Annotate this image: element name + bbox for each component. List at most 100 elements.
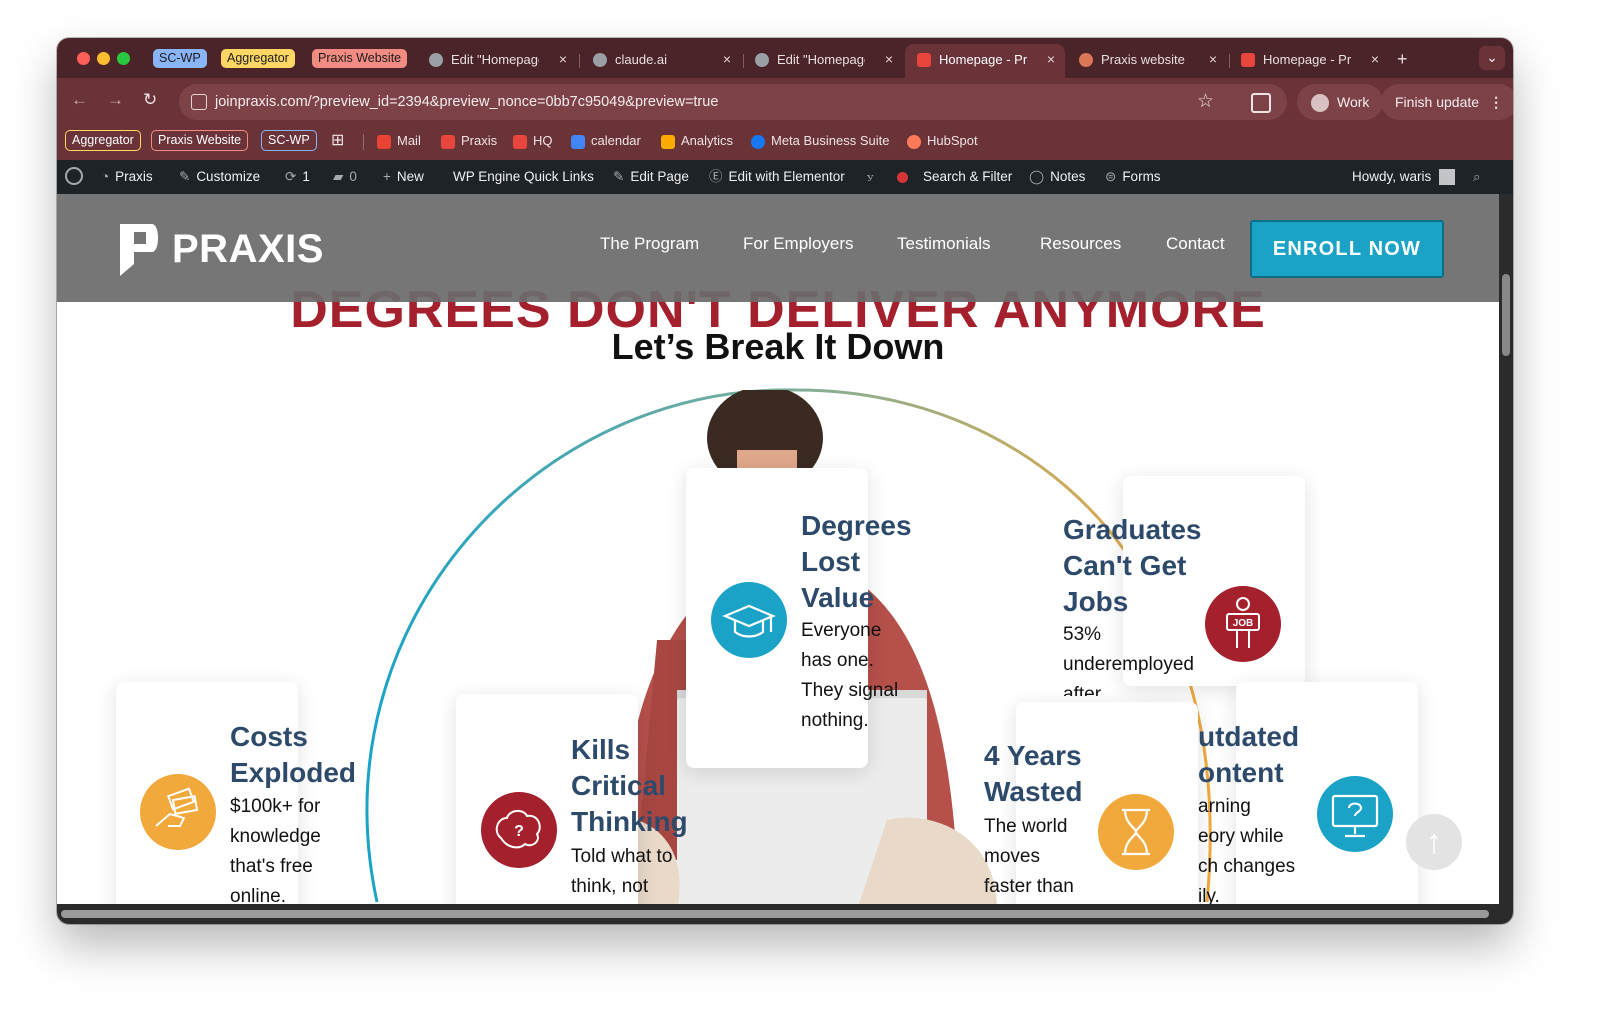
card-title: Degrees Lost Value	[801, 510, 912, 613]
forward-button[interactable]: →	[107, 90, 124, 110]
site-logo-text[interactable]: PRAXIS	[172, 227, 324, 272]
comment-icon: ▰	[333, 169, 344, 184]
close-tab-icon[interactable]: ×	[723, 44, 731, 74]
wp-edit-page-link[interactable]: ✎ Edit Page	[613, 168, 689, 186]
bookmarks-bar: Aggregator Praxis Website SC-WP ⊞ Mail P…	[57, 126, 1513, 160]
profile-button[interactable]: Work	[1297, 84, 1384, 120]
close-tab-icon[interactable]: ×	[1371, 44, 1379, 74]
tab-praxis-website[interactable]: Praxis website ×	[1067, 44, 1227, 78]
close-tab-icon[interactable]: ×	[1209, 44, 1217, 74]
elementor-icon: Ⓔ	[709, 169, 723, 184]
card-title: 4 Years Wasted	[984, 740, 1083, 807]
dashboard-icon: ◔	[101, 169, 110, 184]
url-text[interactable]: joinpraxis.com/?preview_id=2394&preview_…	[215, 84, 718, 120]
nav-for-employers[interactable]: For Employers	[743, 234, 854, 254]
bookmark-calendar[interactable]: calendar	[571, 132, 641, 150]
tab-homepage-2[interactable]: Homepage - Pra ×	[1229, 44, 1389, 78]
wp-notes-link[interactable]: ◯ Notes	[1029, 168, 1085, 186]
tab-group-sc-wp[interactable]: SC-WP	[153, 49, 207, 68]
brain-question-icon: ?	[481, 792, 557, 873]
site-settings-icon[interactable]	[191, 94, 207, 110]
card-title: utdated ontent	[1198, 721, 1300, 788]
card-title: Kills Critical Thinking	[571, 734, 688, 837]
finish-update-button[interactable]: Finish update ⋮	[1381, 84, 1513, 120]
tab-homepage-active[interactable]: Homepage - Pra ×	[905, 44, 1065, 78]
scrollbar-thumb[interactable]	[61, 910, 1489, 918]
card-description: Told what to think, not	[571, 846, 673, 897]
scrollbar-thumb[interactable]	[1502, 274, 1510, 356]
nav-the-program[interactable]: The Program	[600, 234, 699, 254]
nav-testimonials[interactable]: Testimonials	[897, 234, 991, 254]
card-title: Costs Exploded	[230, 721, 357, 788]
close-tab-icon[interactable]: ×	[885, 44, 893, 74]
wp-search-filter-link[interactable]: Search & Filter	[923, 168, 1012, 186]
bookmark-analytics[interactable]: Analytics	[661, 132, 733, 150]
wp-elementor-link[interactable]: Ⓔ Edit with Elementor	[709, 168, 845, 186]
nav-resources[interactable]: Resources	[1040, 234, 1121, 254]
bookmark-group-aggregator[interactable]: Aggregator	[65, 130, 141, 151]
graduation-cap-icon	[711, 582, 787, 663]
bookmark-meta[interactable]: Meta Business Suite	[751, 132, 890, 150]
close-tab-icon[interactable]: ×	[559, 44, 567, 74]
nav-contact[interactable]: Contact	[1166, 234, 1225, 254]
card-description: The world moves faster than	[984, 816, 1074, 897]
tab-edit-homepage-2[interactable]: Edit "Homepage ×	[743, 44, 903, 78]
kebab-menu-icon: ⋮	[1489, 94, 1504, 110]
bookmark-group-sc-wp[interactable]: SC-WP	[261, 130, 317, 151]
speech-bubble-icon: ◯	[1029, 169, 1045, 184]
plus-icon: +	[383, 169, 391, 184]
svg-text:JOB: JOB	[1233, 618, 1254, 629]
bookmark-praxis[interactable]: Praxis	[441, 132, 497, 150]
browser-window: SC-WP Aggregator Praxis Website Edit "Ho…	[57, 38, 1513, 924]
tab-bar: SC-WP Aggregator Praxis Website Edit "Ho…	[57, 38, 1513, 78]
search-icon[interactable]: ⌕	[1473, 168, 1481, 186]
back-button[interactable]: ←	[71, 90, 88, 110]
tab-search-button[interactable]: ⌄	[1479, 46, 1505, 70]
bookmark-hq[interactable]: HQ	[513, 132, 553, 150]
wp-comments-link[interactable]: ▰ 0	[333, 168, 357, 186]
wp-site-link[interactable]: ◔ Praxis	[101, 168, 153, 186]
hubspot-icon	[907, 134, 921, 149]
card-description: Everyone has one. They signal nothing.	[801, 620, 899, 731]
wp-new-link[interactable]: + New	[383, 168, 424, 186]
tab-group-praxis-website[interactable]: Praxis Website	[312, 49, 408, 68]
site-header: PRAXIS The Program For Employers Testimo…	[57, 194, 1499, 302]
yoast-icon[interactable]: ꭹ	[867, 168, 879, 186]
wp-howdy-link[interactable]: Howdy, waris	[1352, 168, 1456, 186]
wordpress-logo-icon[interactable]	[65, 167, 83, 185]
extensions-icon[interactable]	[1251, 93, 1271, 113]
maximize-window-button[interactable]	[117, 52, 130, 65]
wp-customize-link[interactable]: ✎ Customize	[179, 168, 260, 186]
bookmark-group-praxis-website[interactable]: Praxis Website	[151, 130, 249, 151]
vertical-scrollbar[interactable]	[1499, 194, 1513, 904]
bookmark-hubspot[interactable]: HubSpot	[907, 132, 978, 150]
bookmark-star-icon[interactable]: ☆	[1197, 90, 1214, 113]
wp-updates-link[interactable]: ⟳ 1	[285, 168, 310, 186]
new-tab-button[interactable]: +	[1397, 44, 1421, 78]
tab-edit-homepage-1[interactable]: Edit "Homepage ×	[417, 44, 577, 78]
bookmark-mail[interactable]: Mail	[377, 132, 421, 150]
svg-text:?: ?	[514, 823, 524, 840]
money-hand-icon	[140, 774, 216, 855]
brush-icon: ✎	[179, 169, 191, 184]
seo-status-dot	[897, 172, 908, 183]
praxis-favicon-icon	[1241, 52, 1255, 67]
refresh-icon: ⟳	[285, 169, 297, 184]
wp-forms-link[interactable]: ⊜ Forms	[1105, 168, 1161, 186]
analytics-icon	[661, 134, 675, 149]
close-tab-icon[interactable]: ×	[1047, 44, 1055, 74]
close-window-button[interactable]	[77, 52, 90, 65]
praxis-icon	[513, 134, 527, 149]
apps-grid-icon[interactable]: ⊞	[331, 132, 344, 150]
praxis-icon	[441, 134, 455, 149]
tab-claude[interactable]: claude.ai ×	[581, 44, 741, 78]
reload-button[interactable]: ↻	[143, 90, 157, 110]
tab-group-aggregator[interactable]: Aggregator	[221, 49, 295, 68]
praxis-logo-icon[interactable]	[112, 220, 162, 280]
scroll-to-top-button[interactable]: ↑	[1406, 814, 1462, 870]
enroll-now-button[interactable]: ENROLL NOW	[1250, 220, 1444, 278]
horizontal-scrollbar[interactable]	[57, 904, 1513, 924]
minimize-window-button[interactable]	[97, 52, 110, 65]
wp-engine-quick-links[interactable]: WP Engine Quick Links	[453, 168, 594, 186]
avatar	[1311, 94, 1329, 113]
